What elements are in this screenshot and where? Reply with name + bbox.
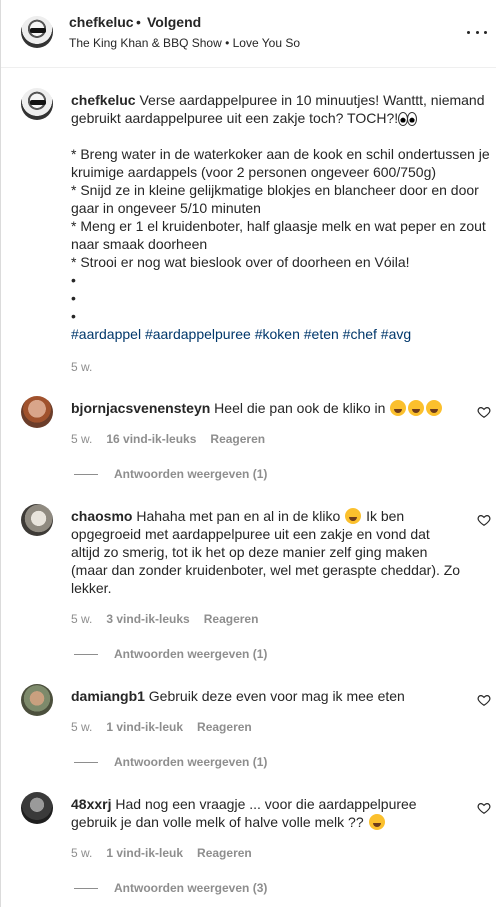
caption-bullet: •: [71, 290, 76, 306]
view-replies-button[interactable]: Antwoorden weergeven (1): [74, 647, 267, 661]
caption-line: naar smaak doorheen: [71, 236, 208, 252]
view-replies-button[interactable]: Antwoorden weergeven (3): [74, 881, 267, 895]
comment-time: 5 w.: [71, 846, 93, 860]
heart-icon[interactable]: [477, 801, 491, 815]
caption-username[interactable]: chefkeluc: [71, 92, 136, 108]
comment-username[interactable]: 48xxrj: [71, 796, 111, 812]
laughing-emoji-icon: [390, 400, 407, 416]
caption-avatar[interactable]: [21, 88, 53, 120]
laughing-emoji-icon: [408, 400, 425, 416]
comment-likes[interactable]: 1 vind-ik-leuk: [106, 720, 183, 734]
laughing-emoji-icon: [345, 508, 362, 524]
comment-meta: 5 w. 16 vind-ik-leuks Reageren: [71, 432, 265, 446]
view-replies-label: Antwoorden weergeven (1): [114, 755, 268, 769]
header-username[interactable]: chefkeluc: [69, 14, 134, 30]
post-caption: chefkeluc Verse aardappelpuree in 10 min…: [71, 91, 491, 343]
heart-icon[interactable]: [477, 405, 491, 419]
reply-button[interactable]: Reageren: [204, 612, 259, 626]
caption-bullet: •: [71, 272, 76, 288]
comment-likes[interactable]: 3 vind-ik-leuks: [106, 612, 189, 626]
caption-hashtags[interactable]: #aardappel #aardappelpuree #koken #eten …: [71, 325, 491, 343]
more-options-icon[interactable]: [467, 22, 487, 42]
post-comments-panel: chefkeluc • Volgend The King Khan & BBQ …: [0, 0, 496, 907]
avatar[interactable]: [21, 792, 53, 824]
laughing-emoji-icon: [426, 400, 443, 416]
comment-text: 48xxrj Had nog een vraagje ... voor die …: [71, 795, 466, 831]
comment-time: 5 w.: [71, 432, 93, 446]
avatar[interactable]: [21, 396, 53, 428]
comment-username[interactable]: damiangb1: [71, 688, 145, 704]
caption-line: * Meng er 1 el kruidenboter, half glaasj…: [71, 218, 486, 234]
reply-button[interactable]: Reageren: [197, 846, 252, 860]
comment-body: gebruik je dan volle melk of halve volle…: [71, 814, 364, 830]
follow-status-button[interactable]: Volgend: [147, 14, 201, 30]
caption-line: gebruikt aardappelpuree uit een zakje to…: [71, 110, 399, 126]
avatar[interactable]: [21, 504, 53, 536]
comment-body: (maar dan zonder kruidenboter, wel met g…: [71, 562, 461, 578]
comment-time: 5 w.: [71, 612, 93, 626]
caption-bullet: •: [71, 308, 76, 324]
avatar[interactable]: [21, 684, 53, 716]
caption-line: Verse aardappelpuree in 10 minuutjes! Wa…: [139, 92, 485, 108]
reply-button[interactable]: Reageren: [210, 432, 265, 446]
comment-username[interactable]: bjornjacsvenensteyn: [71, 400, 210, 416]
view-replies-label: Antwoorden weergeven (3): [114, 881, 268, 895]
header-separator: •: [136, 14, 141, 30]
comment-text: damiangb1 Gebruik deze even voor mag ik …: [71, 687, 466, 705]
caption-line: * Snijd ze in kleine gelijkmatige blokje…: [71, 182, 479, 198]
comment-body: altijd zo smerig, tot ik het op deze man…: [71, 544, 428, 560]
comment-body: Hahaha met pan en al in de kliko: [136, 508, 341, 524]
view-replies-label: Antwoorden weergeven (1): [114, 467, 268, 481]
wink-emoji-icon: [368, 814, 385, 830]
reply-button[interactable]: Reageren: [197, 720, 252, 734]
comment-body: Had nog een vraagje ... voor die aardapp…: [115, 796, 417, 812]
comment-meta: 5 w. 3 vind-ik-leuks Reageren: [71, 612, 258, 626]
caption-line: kruimige aardappels (voor 2 personen ong…: [71, 164, 437, 180]
comment-time: 5 w.: [71, 720, 93, 734]
heart-icon[interactable]: [477, 513, 491, 527]
audio-track-link[interactable]: The King Khan & BBQ Show • Love You So: [69, 36, 300, 50]
avatar[interactable]: [21, 16, 53, 48]
comment-username[interactable]: chaosmo: [71, 508, 132, 524]
caption-line: gaar in ongeveer 5/10 minuten: [71, 200, 261, 216]
comment-body: Ik ben: [366, 508, 405, 524]
comment-text: chaosmo Hahaha met pan en al in de kliko…: [71, 507, 466, 597]
comment-body: Heel die pan ook de kliko in: [214, 400, 386, 416]
comment-meta: 5 w. 1 vind-ik-leuk Reageren: [71, 720, 252, 734]
comment-body: lekker.: [71, 580, 112, 596]
caption-time: 5 w.: [71, 360, 93, 374]
caption-line: * Strooi er nog wat bieslook over of doo…: [71, 254, 410, 270]
view-replies-button[interactable]: Antwoorden weergeven (1): [74, 467, 267, 481]
comment-body: Gebruik deze even voor mag ik mee eten: [148, 688, 405, 704]
view-replies-button[interactable]: Antwoorden weergeven (1): [74, 755, 267, 769]
comment-body: opgegroeid met aardappelpuree uit een za…: [71, 526, 430, 542]
eyes-emoji-icon: [398, 112, 418, 126]
comment-meta: 5 w. 1 vind-ik-leuk Reageren: [71, 846, 252, 860]
comment-likes[interactable]: 16 vind-ik-leuks: [106, 432, 196, 446]
comment-text: bjornjacsvenensteyn Heel die pan ook de …: [71, 399, 466, 417]
caption-line: * Breng water in de waterkoker aan de ko…: [71, 146, 490, 162]
post-header: chefkeluc • Volgend The King Khan & BBQ …: [1, 0, 496, 68]
view-replies-label: Antwoorden weergeven (1): [114, 647, 268, 661]
comment-likes[interactable]: 1 vind-ik-leuk: [106, 846, 183, 860]
heart-icon[interactable]: [477, 693, 491, 707]
